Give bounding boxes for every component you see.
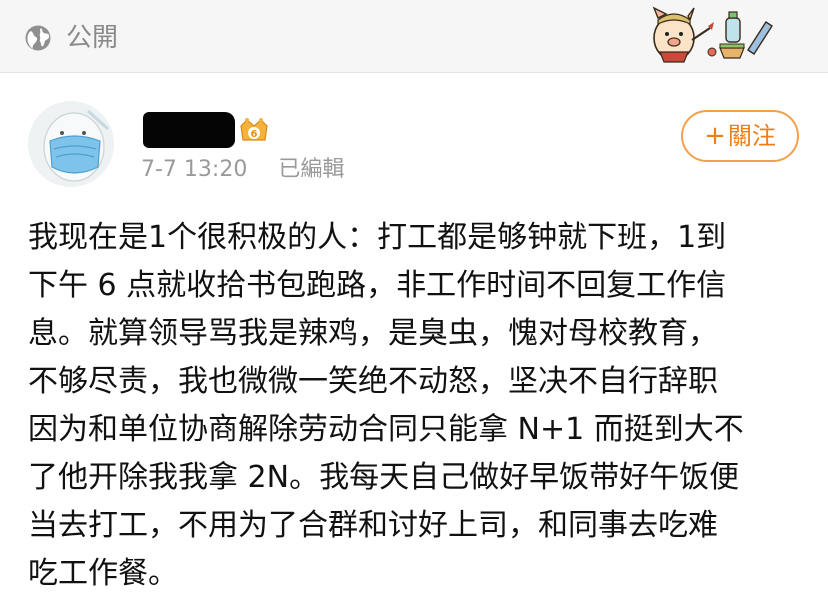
edited-label: 已編輯 [278, 157, 345, 182]
post-body-line: 我现在是1个很积极的人：打工都是够钟就下班，1到 [28, 220, 727, 255]
redacted-username [143, 112, 235, 148]
post-body-line: 下午 6 点就收拾书包跑路，非工作时间不回复工作信 [28, 268, 727, 303]
post-body-line: 不够尽责，我也微微一笑绝不动怒，坚决不自行辞职 [28, 364, 718, 399]
vip-crown-badge-icon: 6 [240, 118, 268, 141]
svg-text:6: 6 [251, 129, 258, 140]
post-body: 我现在是1个很积极的人：打工都是够钟就下班，1到 下午 6 点就收拾书包跑路，非… [28, 214, 812, 598]
post-timestamp: 7-7 13:20 [141, 157, 248, 182]
globe-icon [25, 25, 51, 51]
header-divider [0, 72, 828, 73]
visibility-label: 公開 [66, 23, 119, 53]
follow-button-label: 關注 [727, 122, 776, 150]
visibility-header: 公開 [0, 0, 828, 72]
plus-icon: + [704, 121, 726, 151]
avatar[interactable] [28, 101, 114, 187]
post-body-line: 因为和单位协商解除劳动合同只能拿 N+1 而挺到大不 [28, 412, 744, 447]
post-body-line: 吃工作餐。 [28, 556, 178, 591]
post-meta: 7-7 13:20 已編輯 [141, 155, 344, 185]
post-body-line: 了他开除我我拿 2N。我每天自己做好早饭带好午饭便 [28, 460, 740, 495]
character-sticker [652, 6, 773, 63]
follow-button[interactable]: +關注 [681, 110, 799, 162]
masked-face-avatar-icon [28, 101, 114, 187]
post-body-line: 息。就算领导骂我是辣鸡，是臭虫，愧对母校教育， [28, 316, 718, 351]
post-body-line: 当去打工，不用为了合群和讨好上司，和同事去吃难 [28, 508, 718, 543]
